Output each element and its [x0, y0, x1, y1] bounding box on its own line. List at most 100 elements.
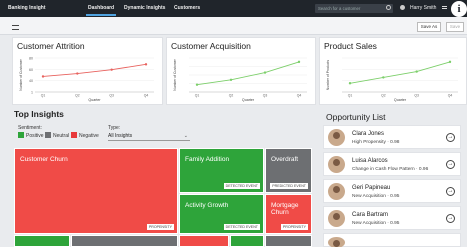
customer-attrition-chart: 1 40 60 80 Number of Customer Quarter Q1 Q2 Q3 Q4 — [19, 57, 154, 102]
insight-tile-mortgage-churn[interactable]: Mortgage Churn PROPENSITY — [265, 194, 312, 234]
x-tick-label: Q3 — [263, 94, 268, 98]
save-as-button[interactable]: Save As — [417, 22, 441, 32]
tile-tag: DETECTED EVENT — [223, 224, 260, 230]
avatar — [328, 237, 345, 247]
arrow-right-icon[interactable]: → — [446, 187, 455, 196]
tile-label: Overdraft — [271, 156, 299, 163]
y-tick-label: 1 — [31, 91, 33, 95]
x-axis-label: Quarter — [88, 98, 101, 102]
data-point — [195, 83, 199, 86]
opportunity-desc: High Propensity · 0.98 — [352, 140, 400, 145]
menu-icon[interactable] — [442, 6, 447, 9]
x-axis-label: Quarter — [394, 98, 407, 102]
customer-acquisition-chart: Number of Customer Quarter Q1 Q2 Q3 Q4 — [173, 57, 307, 102]
x-tick-label: Q2 — [75, 94, 80, 98]
x-tick-label: Q1 — [348, 94, 353, 98]
opportunity-name: Cara Bartram — [352, 212, 389, 218]
insight-tile-customer-churn[interactable]: Customer Churn PROPENSITY — [14, 148, 178, 234]
avatar — [328, 210, 345, 227]
opportunity-desc: New Acquisition · 0.95 — [352, 221, 400, 226]
legend-positive-label[interactable]: Positive — [26, 133, 44, 139]
x-tick-label: Q4 — [297, 94, 302, 98]
legend-negative-label[interactable]: Negative — [79, 133, 99, 139]
data-point — [41, 75, 45, 78]
x-tick-label: Q1 — [195, 94, 200, 98]
x-tick-label: Q2 — [381, 94, 386, 98]
tile-label: Customer Churn — [20, 156, 68, 163]
top-insights-panel: Top Insights Sentiment: Positive Neutral… — [14, 109, 316, 247]
nav-dynamic-insights[interactable]: Dynamic Insights — [124, 5, 165, 11]
arrow-right-icon[interactable]: → — [446, 214, 455, 223]
nav-customers[interactable]: Customers — [174, 5, 200, 11]
user-name[interactable]: Harry Smith — [410, 5, 436, 11]
save-button[interactable]: Save — [446, 22, 464, 32]
tile-tag: DETECTED EVENT — [223, 183, 260, 189]
opportunity-item[interactable] — [323, 233, 461, 247]
legend-neutral-label[interactable]: Neutral — [53, 133, 69, 139]
nav-dashboard[interactable]: Dashboard — [85, 5, 117, 16]
search-placeholder: Search for a customer — [318, 6, 361, 11]
data-point — [297, 60, 301, 64]
customer-search-input[interactable]: Search for a customer — [315, 4, 393, 13]
y-axis-label: Number of Customer — [19, 58, 23, 90]
series-line — [196, 61, 300, 86]
opportunity-item[interactable]: Geri Papineau New Acquisition · 0.95 → — [323, 179, 461, 203]
opportunity-item[interactable]: Clara Jones High Propensity · 0.98 → — [323, 125, 461, 149]
tile-tag: PREDICTED EVENT — [270, 183, 308, 189]
x-tick-label: Q4 — [448, 94, 453, 98]
data-point — [76, 72, 79, 75]
opportunity-list-title: Opportunity List — [326, 112, 386, 122]
user-icon[interactable] — [400, 5, 405, 10]
arrow-right-icon[interactable]: → — [446, 160, 455, 169]
series-line — [349, 61, 451, 84]
x-tick-label: Q3 — [109, 94, 114, 98]
type-select[interactable]: All Insights ⌄ — [108, 133, 190, 141]
insight-tile-activity-growth[interactable]: Activity Growth DETECTED EVENT — [179, 194, 264, 234]
opportunity-desc: New Acquisition · 0.95 — [352, 194, 400, 199]
insight-tile[interactable] — [230, 235, 264, 247]
search-icon[interactable] — [386, 5, 391, 10]
tile-tag: PROPENSITY — [146, 224, 174, 230]
legend-neutral-swatch[interactable] — [45, 132, 51, 138]
insight-tile[interactable] — [179, 235, 229, 247]
x-tick-label: Q4 — [144, 94, 149, 98]
y-tick-label: 40 — [29, 79, 33, 83]
tile-tag: PROPENSITY — [280, 224, 308, 230]
insight-tile-family-addition[interactable]: Family Addition DETECTED EVENT — [179, 148, 264, 193]
data-point — [382, 76, 385, 79]
sentiment-label: Sentiment: — [18, 125, 42, 131]
data-point — [448, 60, 452, 64]
insights-title: Top Insights — [14, 109, 64, 119]
opportunity-desc: Change in Cash Flow Pattern · 0.96 — [352, 167, 429, 172]
chevron-down-icon: ⌄ — [183, 133, 188, 139]
customer-attrition-card: Customer Attrition 1 40 60 80 Number of Cust… — [12, 37, 163, 105]
customer-acquisition-card: Customer Acquisition Number of Customer Q… — [166, 37, 316, 105]
x-axis-label: Quarter — [242, 98, 255, 102]
insight-tile-overdraft[interactable]: Overdraft PREDICTED EVENT — [265, 148, 312, 193]
legend-positive-swatch[interactable] — [18, 132, 24, 138]
arrow-right-icon[interactable]: → — [446, 133, 455, 142]
opportunity-item[interactable]: Cara Bartram New Acquisition · 0.95 → — [323, 206, 461, 230]
y-axis-label: Number of Customer — [173, 58, 177, 90]
y-tick-label: 60 — [29, 68, 33, 72]
y-axis-label: Number of Products — [326, 60, 330, 90]
opportunity-item[interactable]: Luisa Alarcos Change in Cash Flow Patter… — [323, 152, 461, 176]
legend-negative-swatch[interactable] — [71, 132, 77, 138]
x-tick-label: Q2 — [229, 94, 234, 98]
type-select-value: All Insights — [108, 133, 133, 139]
avatar — [328, 156, 345, 173]
filter-icon[interactable] — [12, 25, 19, 30]
info-icon[interactable]: i — [451, 1, 467, 17]
insight-tile[interactable] — [265, 235, 312, 247]
data-point — [229, 78, 233, 82]
insight-tile[interactable] — [14, 235, 70, 247]
app-brand: Banking Insight — [8, 5, 46, 11]
product-sales-card: Product Sales Number of Products Quarter Q… — [319, 37, 467, 105]
data-point — [415, 70, 418, 73]
insight-tile[interactable] — [71, 235, 178, 247]
data-point — [348, 82, 352, 85]
data-point — [263, 71, 267, 74]
toolbar: Save As Save — [0, 17, 467, 35]
y-tick-label: 80 — [29, 57, 33, 61]
avatar — [328, 183, 345, 200]
